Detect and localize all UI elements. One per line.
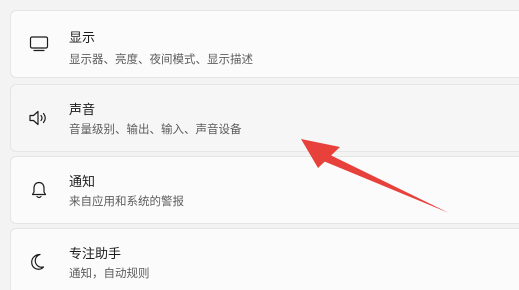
settings-item-title: 声音 bbox=[69, 103, 96, 118]
settings-item-display[interactable]: 显示 显示器、亮度、夜间模式、显示描述 bbox=[10, 10, 519, 78]
settings-item-description: 通知，自动规则 bbox=[69, 266, 150, 280]
settings-item-title: 通知 bbox=[69, 175, 96, 190]
settings-item-description: 音量级别、输出、输入、声音设备 bbox=[69, 122, 242, 136]
settings-item-sound[interactable]: 声音 音量级别、输出、输入、声音设备 bbox=[10, 84, 519, 152]
settings-item-title: 显示 bbox=[69, 31, 96, 46]
settings-page: 显示 显示器、亮度、夜间模式、显示描述 声音 音量级别、输出、输入、声音设备 通… bbox=[0, 0, 519, 290]
settings-item-notifications[interactable]: 通知 来自应用和系统的警报 bbox=[10, 156, 519, 224]
moon-icon bbox=[27, 250, 51, 274]
settings-item-description: 来自应用和系统的警报 bbox=[69, 194, 184, 208]
monitor-icon bbox=[27, 32, 51, 56]
speaker-icon bbox=[27, 106, 51, 130]
settings-item-description: 显示器、亮度、夜间模式、显示描述 bbox=[69, 52, 253, 66]
settings-item-title: 专注助手 bbox=[69, 247, 122, 262]
settings-item-focus-assist[interactable]: 专注助手 通知，自动规则 bbox=[10, 228, 519, 290]
bell-icon bbox=[27, 178, 51, 202]
